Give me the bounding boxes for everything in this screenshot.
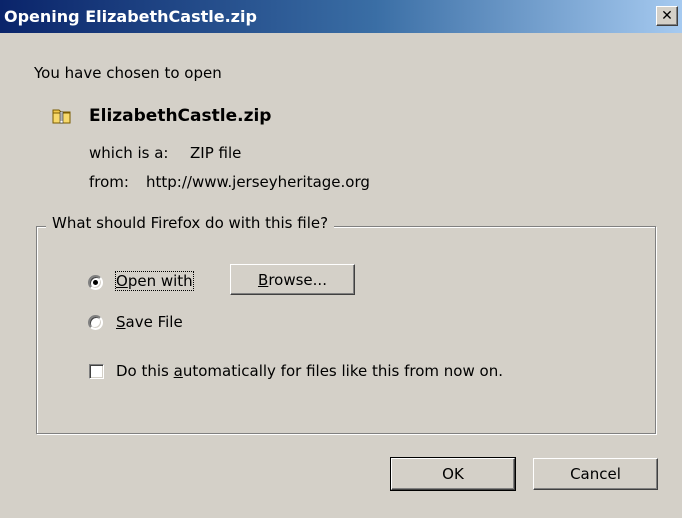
close-button[interactable]: ✕: [656, 6, 678, 26]
open-with-radio[interactable]: [88, 275, 103, 290]
title-bar: Opening ElizabethCastle.zip ✕: [0, 0, 682, 33]
intro-text: You have chosen to open: [34, 64, 222, 82]
save-file-radio[interactable]: [88, 315, 103, 330]
file-name: ElizabethCastle.zip: [89, 106, 272, 126]
close-icon: ✕: [661, 8, 673, 24]
zip-folder-icon: [52, 106, 72, 126]
auto-action-label[interactable]: Do this automatically for files like thi…: [116, 362, 503, 380]
file-type-value: ZIP file: [190, 144, 242, 162]
action-group-legend: What should Firefox do with this file?: [46, 214, 335, 232]
window-title: Opening ElizabethCastle.zip: [4, 7, 257, 26]
ok-button[interactable]: OK: [390, 457, 516, 491]
save-file-label[interactable]: Save File: [116, 313, 183, 331]
file-source-label: from:: [89, 173, 129, 191]
file-type-label: which is a:: [89, 144, 169, 162]
browse-button[interactable]: Browse...: [230, 264, 355, 295]
file-source-url: http://www.jerseyheritage.org: [146, 173, 370, 191]
open-with-label[interactable]: Open with: [115, 271, 194, 291]
auto-action-checkbox[interactable]: [89, 364, 104, 379]
cancel-button[interactable]: Cancel: [533, 458, 658, 490]
